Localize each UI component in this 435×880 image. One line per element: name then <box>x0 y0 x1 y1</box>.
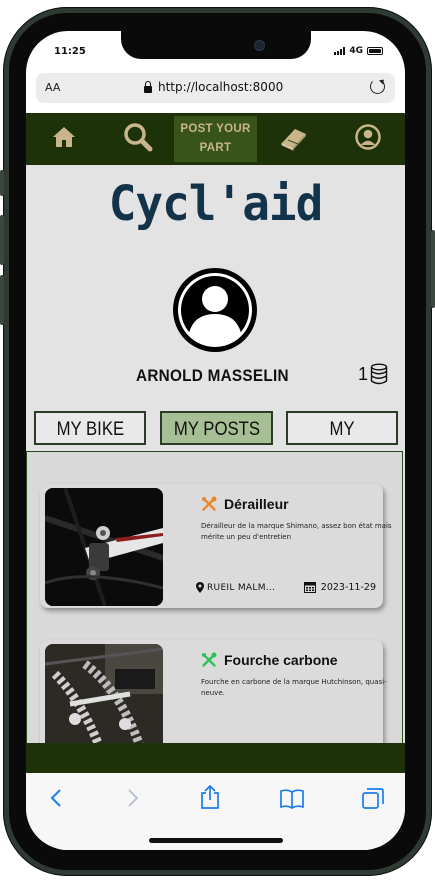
coins-icon <box>370 363 388 385</box>
mute-switch <box>0 170 4 196</box>
post-location-text: RUEIL MALM... <box>207 582 276 593</box>
coin-count: 1 <box>358 363 369 384</box>
front-camera <box>254 40 265 51</box>
reload-icon[interactable] <box>370 79 385 94</box>
main-content: Cycl'aid ARNOLD MASSELIN 1 MY BIKE MY PO… <box>26 165 405 743</box>
post-title: Fourche carbone <box>201 652 338 668</box>
text-size-button[interactable]: AA <box>45 81 60 94</box>
post-title-text: Dérailleur <box>224 496 289 512</box>
profile-tabs: MY BIKE MY POSTS MY WISHES <box>34 411 398 473</box>
post-location: RUEIL MALM... <box>196 582 275 593</box>
tab-my-wishes[interactable]: MY WISHES <box>286 411 398 473</box>
tab-my-posts[interactable]: MY POSTS <box>160 411 273 445</box>
tab-my-bike[interactable]: MY BIKE <box>34 411 146 445</box>
avatar[interactable] <box>172 267 258 353</box>
battery-icon <box>367 47 383 55</box>
app-title: Cycl'aid <box>108 174 324 232</box>
volume-up-button <box>0 215 4 265</box>
post-date-text: 2023-11-29 <box>320 581 376 593</box>
notch <box>121 31 311 59</box>
location-pin-icon <box>196 582 204 593</box>
tools-icon <box>202 652 217 667</box>
post-label-line1: POST YOUR <box>180 123 251 135</box>
url-display[interactable]: http://localhost:8000 <box>144 80 283 94</box>
phone-frame: 11:25 4G AA http://localhost:8000 POST Y… <box>0 0 435 880</box>
signal-icon <box>334 47 346 55</box>
status-time: 11:25 <box>54 46 86 57</box>
bottom-bar <box>26 743 405 773</box>
profile-name: ARNOLD MASSELIN <box>136 366 289 385</box>
post-date: 2023-11-29 <box>303 581 376 593</box>
back-icon[interactable] <box>50 789 62 807</box>
tools-icon <box>202 496 217 511</box>
lock-icon <box>144 80 152 93</box>
post-title: Dérailleur <box>201 496 289 512</box>
volume-down-button <box>0 275 4 325</box>
coin-balance: 1 <box>358 363 388 385</box>
top-navbar: POST YOUR PART <box>26 113 405 165</box>
screen: 11:25 4G AA http://localhost:8000 POST Y… <box>26 31 405 850</box>
tab-label: MY POSTS <box>173 419 260 440</box>
address-bar[interactable]: AA http://localhost:8000 <box>36 73 395 103</box>
post-description: Fourche en carbone de la marque Hutchins… <box>201 678 387 697</box>
post-description: Dérailleur de la marque Shimano, assez b… <box>201 522 392 541</box>
forward-icon[interactable] <box>127 789 139 807</box>
post-title-text: Fourche carbone <box>224 652 338 668</box>
post-label-line2: PART <box>199 142 232 154</box>
post-card[interactable]: Fourche carbone Fourche en carbone de la… <box>40 640 387 743</box>
post-card[interactable]: Dérailleur Dérailleur de la marque Shima… <box>40 484 392 608</box>
post-image <box>45 644 163 743</box>
tabs-icon[interactable] <box>362 788 384 810</box>
power-button <box>431 230 435 308</box>
home-icon[interactable] <box>52 126 76 148</box>
share-icon[interactable] <box>200 785 220 809</box>
status-indicators: 4G <box>334 46 383 56</box>
post-your-part-button[interactable]: POST YOUR PART <box>174 116 257 162</box>
posts-list: Dérailleur Dérailleur de la marque Shima… <box>26 451 403 743</box>
book-icon[interactable] <box>279 125 309 151</box>
search-icon[interactable] <box>123 122 153 152</box>
network-label: 4G <box>349 46 363 56</box>
browser-toolbar <box>26 773 405 850</box>
tab-label: MY BIKE <box>56 419 124 440</box>
user-icon[interactable] <box>355 124 381 150</box>
home-indicator <box>149 838 283 843</box>
calendar-icon <box>303 582 316 593</box>
post-image <box>45 488 163 606</box>
bookmarks-icon[interactable] <box>280 789 304 809</box>
url-text: http://localhost:8000 <box>158 80 284 94</box>
